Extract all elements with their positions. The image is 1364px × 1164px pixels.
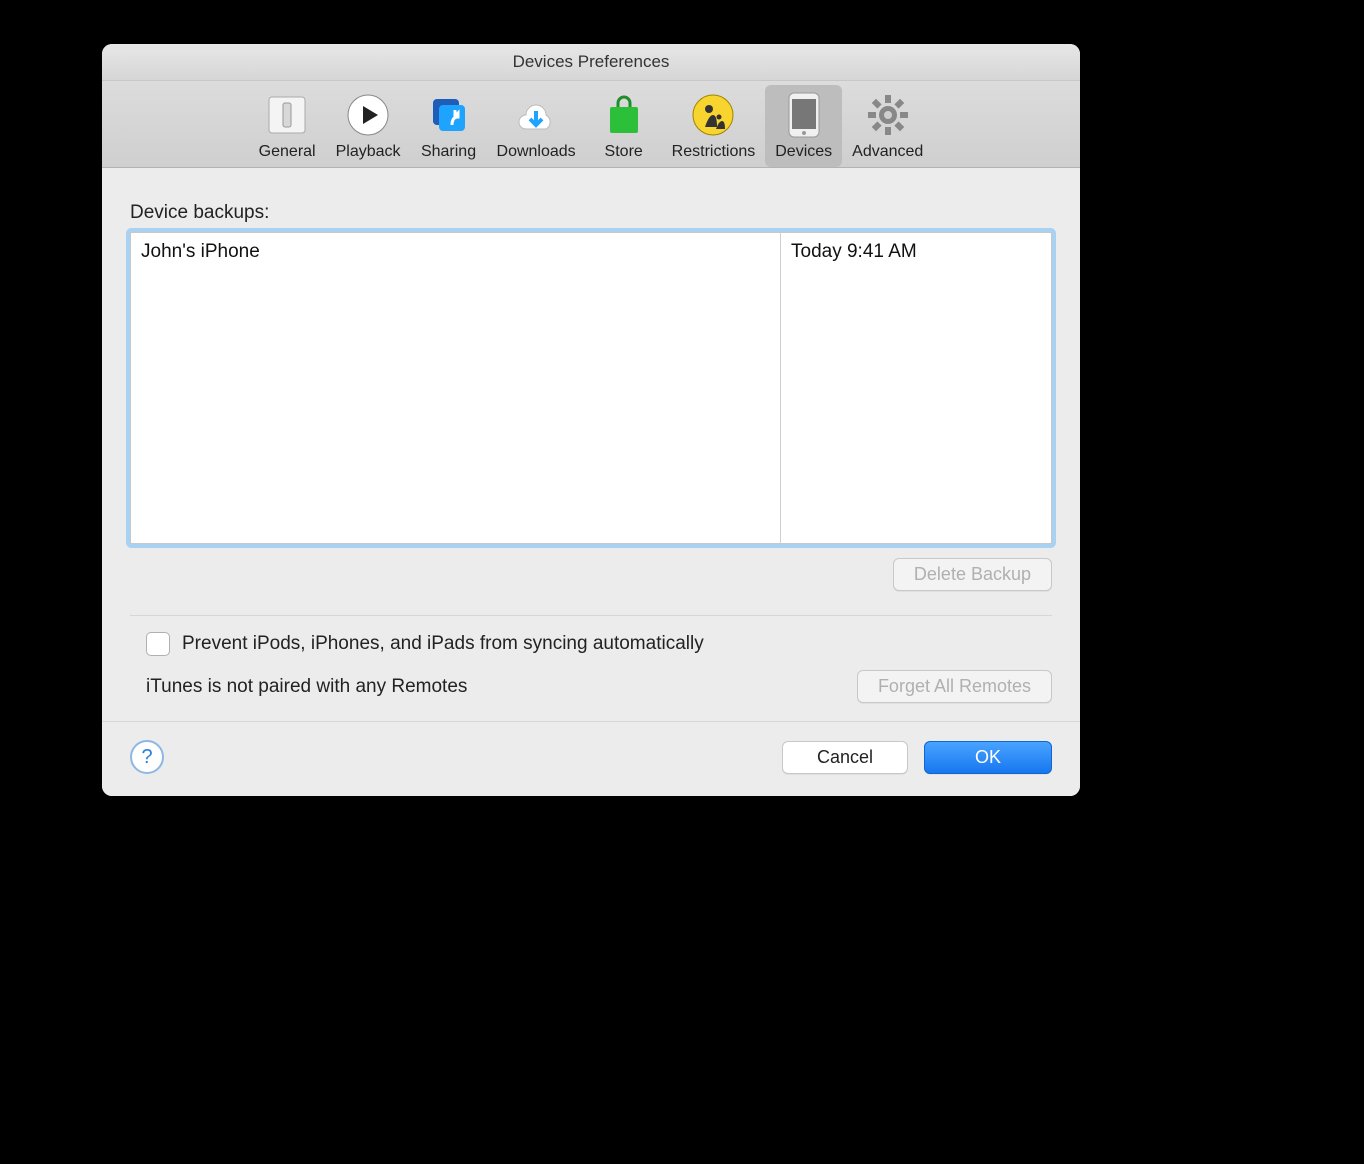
remotes-status-text: iTunes is not paired with any Remotes: [146, 676, 467, 698]
prevent-sync-label: Prevent iPods, iPhones, and iPads from s…: [182, 633, 704, 655]
tab-playback[interactable]: Playback: [326, 85, 411, 167]
tab-label: Downloads: [497, 143, 576, 161]
tab-label: Devices: [775, 143, 832, 161]
dialog-footer: ? Cancel OK: [102, 721, 1080, 796]
cancel-button[interactable]: Cancel: [782, 741, 908, 774]
tab-general[interactable]: General: [249, 85, 326, 167]
restrictions-icon: [685, 89, 741, 141]
sharing-icon: [421, 89, 477, 141]
divider: [130, 615, 1052, 616]
window-title: Devices Preferences: [102, 44, 1080, 81]
tab-store[interactable]: Store: [586, 85, 662, 167]
tab-downloads[interactable]: Downloads: [487, 85, 586, 167]
playback-icon: [340, 89, 396, 141]
tab-label: Playback: [336, 143, 401, 161]
tab-devices[interactable]: Devices: [765, 85, 842, 167]
general-icon: [259, 89, 315, 141]
tab-sharing[interactable]: Sharing: [411, 85, 487, 167]
tab-label: Sharing: [421, 143, 476, 161]
advanced-gear-icon: [860, 89, 916, 141]
ok-button[interactable]: OK: [924, 741, 1052, 774]
help-button[interactable]: ?: [130, 740, 164, 774]
tab-restrictions[interactable]: Restrictions: [662, 85, 766, 167]
preferences-window: Devices Preferences General Playback Sha…: [102, 44, 1080, 796]
tab-advanced[interactable]: Advanced: [842, 85, 933, 167]
preferences-toolbar: General Playback Sharing Downloads Store: [102, 81, 1080, 168]
content-area: Device backups: John's iPhone Today 9:41…: [102, 168, 1080, 721]
store-icon: [596, 89, 652, 141]
tab-label: Store: [605, 143, 643, 161]
devices-icon: [776, 89, 832, 141]
tab-label: Advanced: [852, 143, 923, 161]
tab-label: Restrictions: [672, 143, 756, 161]
delete-backup-button[interactable]: Delete Backup: [893, 558, 1052, 591]
device-backups-list[interactable]: John's iPhone Today 9:41 AM: [130, 232, 1052, 544]
tab-label: General: [259, 143, 316, 161]
downloads-icon: [508, 89, 564, 141]
backup-row-date: Today 9:41 AM: [781, 233, 1051, 543]
backup-row-name[interactable]: John's iPhone: [131, 233, 781, 543]
prevent-sync-checkbox[interactable]: [146, 632, 170, 656]
forget-all-remotes-button[interactable]: Forget All Remotes: [857, 670, 1052, 703]
device-backups-label: Device backups:: [130, 202, 1052, 224]
